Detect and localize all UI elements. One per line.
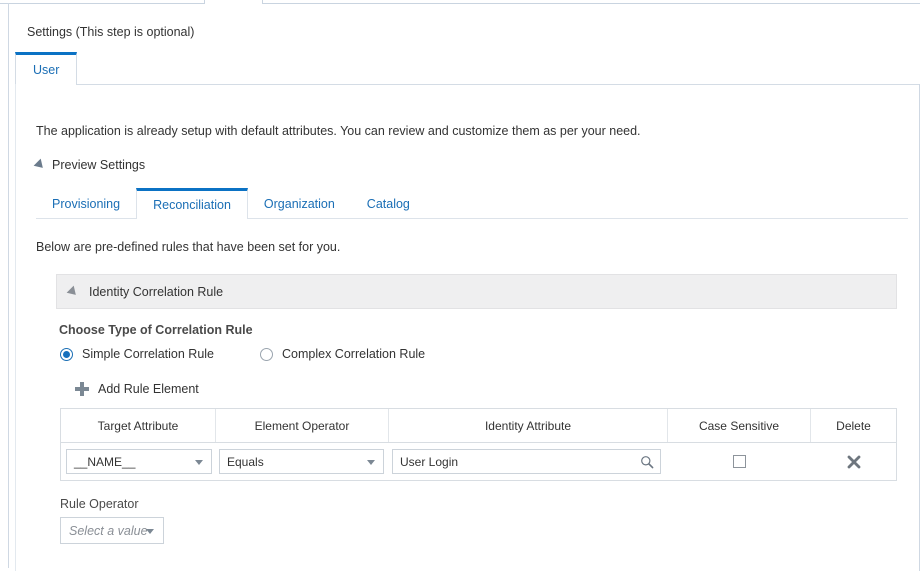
identity-correlation-rule-header[interactable]: Identity Correlation Rule	[56, 274, 897, 309]
identity-attribute-value: User Login	[400, 454, 459, 469]
tab-catalog[interactable]: Catalog	[351, 188, 426, 219]
preview-settings-disclosure[interactable]: Preview Settings	[33, 158, 146, 172]
radio-indicator-complex[interactable]	[260, 347, 274, 361]
cell-case-sensitive	[668, 443, 811, 480]
table-row: __NAME__ Equals User Login	[61, 443, 896, 480]
column-header-delete: Delete	[836, 418, 871, 433]
radio-complex-correlation-rule[interactable]: Complex Correlation Rule	[260, 347, 425, 361]
choose-correlation-type-label: Choose Type of Correlation Rule	[59, 323, 253, 337]
radio-label-simple: Simple Correlation Rule	[82, 347, 215, 361]
correlation-rules-table: Target Attribute Element Operator Identi…	[60, 408, 897, 481]
settings-page: Settings (This step is optional) User Th…	[8, 3, 920, 571]
delete-row-button[interactable]	[846, 454, 862, 470]
add-rule-element-label: Add Rule Element	[98, 382, 199, 396]
column-header-identity-attribute: Identity Attribute	[389, 409, 668, 442]
rule-operator-label: Rule Operator	[60, 497, 139, 511]
cell-delete	[811, 443, 896, 480]
page-title: Settings (This step is optional)	[27, 25, 195, 39]
tab-reconciliation[interactable]: Reconciliation	[136, 188, 248, 219]
search-icon[interactable]	[640, 455, 654, 469]
chevron-down-icon	[367, 459, 375, 465]
column-header-target-attribute: Target Attribute	[61, 409, 216, 442]
tab-user[interactable]: User	[15, 52, 78, 85]
radio-simple-correlation-rule[interactable]: Simple Correlation Rule	[60, 347, 214, 361]
element-operator-select[interactable]: Equals	[219, 449, 384, 474]
triangle-down-icon	[66, 285, 80, 298]
target-attribute-value: __NAME__	[74, 454, 136, 469]
tab-provisioning[interactable]: Provisioning	[36, 188, 136, 219]
column-header-element-operator: Element Operator	[216, 409, 389, 442]
plus-icon	[75, 382, 89, 396]
chevron-down-icon	[146, 528, 154, 534]
cell-element-operator: Equals	[216, 443, 389, 480]
triangle-down-icon	[33, 158, 47, 172]
tab-organization[interactable]: Organization	[248, 188, 351, 219]
element-operator-value: Equals	[227, 454, 264, 469]
primary-tab-bar: User	[15, 52, 920, 85]
cell-target-attribute: __NAME__	[61, 443, 216, 480]
chevron-down-icon	[195, 459, 203, 465]
identity-correlation-rule-label: Identity Correlation Rule	[89, 284, 224, 299]
intro-text: The application is already setup with de…	[36, 124, 641, 138]
column-header-case-sensitive: Case Sensitive	[668, 409, 811, 442]
predefined-rules-text: Below are pre-defined rules that have be…	[36, 240, 341, 254]
rule-operator-select[interactable]: Select a value	[60, 517, 164, 544]
preview-settings-label: Preview Settings	[52, 158, 146, 172]
table-header-row: Target Attribute Element Operator Identi…	[61, 409, 896, 443]
radio-indicator-simple[interactable]	[60, 347, 73, 361]
rule-operator-value: Select a value	[69, 523, 148, 538]
correlation-type-radio-group: Simple Correlation Rule Complex Correlat…	[60, 347, 425, 361]
identity-attribute-input[interactable]: User Login	[392, 449, 661, 474]
add-rule-element-button[interactable]: Add Rule Element	[75, 382, 199, 396]
radio-label-complex: Complex Correlation Rule	[282, 347, 426, 361]
case-sensitive-checkbox[interactable]	[733, 455, 746, 468]
settings-content: The application is already setup with de…	[16, 85, 920, 571]
target-attribute-select[interactable]: __NAME__	[66, 449, 212, 474]
cell-identity-attribute: User Login	[389, 443, 668, 480]
secondary-tab-bar: Provisioning Reconciliation Organization…	[36, 188, 908, 219]
